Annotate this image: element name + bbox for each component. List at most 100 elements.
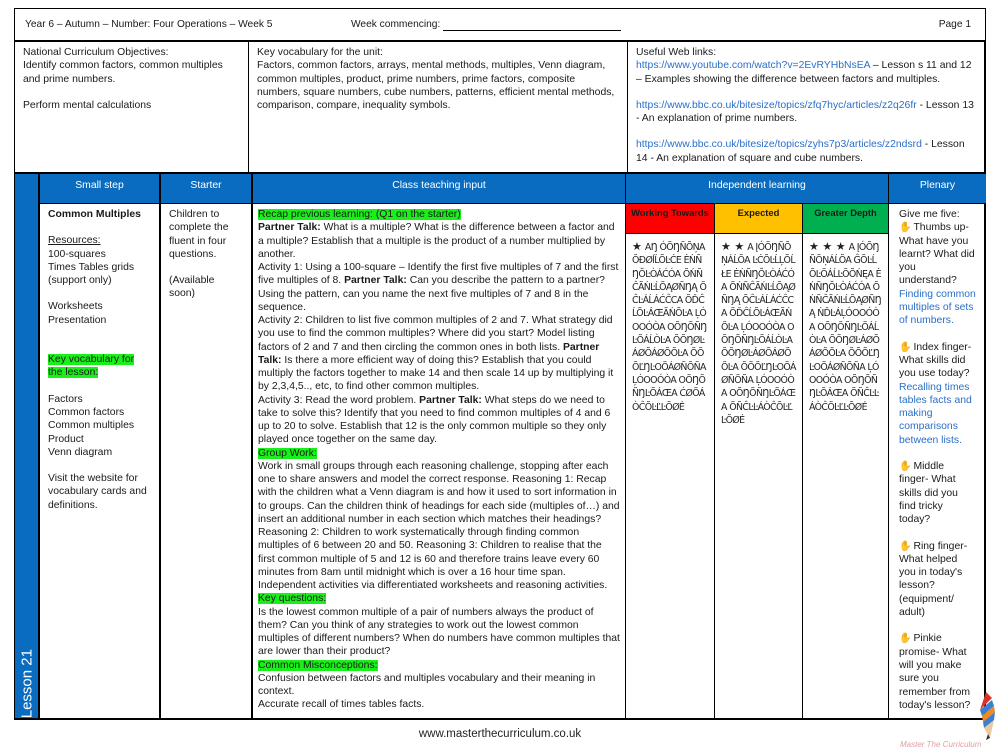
resources-label: Resources: bbox=[48, 235, 101, 247]
web-link[interactable]: https://www.bbc.co.uk/bitesize/topics/zf… bbox=[636, 100, 917, 111]
page-header: Year 6 – Autumn – Number: Four Operation… bbox=[14, 8, 986, 42]
partner-talk-paragraph: Partner Talk: What is a multiple? What i… bbox=[258, 221, 620, 261]
key-questions-label: Key questions: bbox=[258, 593, 327, 605]
small-step-body: Common Multiples Resources: 100-squares … bbox=[40, 204, 159, 516]
key-questions-text: Is the lowest common multiple of a pair … bbox=[258, 606, 620, 658]
objective-item: Identify common factors, common multiple… bbox=[23, 60, 223, 85]
activity-text: Activity 3: Read the word problem. bbox=[258, 394, 420, 406]
independent-learning-column: Independent learning Working Towards Exp… bbox=[625, 174, 888, 718]
plenary-body: Give me five: ✋ Thumbs up- What have you … bbox=[889, 204, 986, 716]
misconception-item: Accurate recall of times tables facts. bbox=[258, 699, 425, 711]
tier-expected: Expected bbox=[715, 204, 803, 233]
week-commencing-field[interactable] bbox=[443, 21, 622, 32]
web-link-item: https://www.bbc.co.uk/bitesize/topics/zf… bbox=[636, 99, 976, 126]
tier-body-working-towards: ★ AŊ ÓÕŊÑÕŅA ÕĐØĺĹÕĿĊE ĖŃÑŊŎĿÒÁĆÓA ÕŃÑĈÃŃ… bbox=[626, 234, 715, 718]
unit-vocabulary: Key vocabulary for the unit: Factors, co… bbox=[249, 42, 628, 172]
plenary-prompt: Pinkie promise- What will you make sure … bbox=[899, 633, 971, 711]
web-link-item: https://www.bbc.co.uk/bitesize/topics/zy… bbox=[636, 138, 976, 165]
website-note: Visit the website for vocabulary cards a… bbox=[48, 473, 147, 511]
plenary-intro: Give me five: bbox=[899, 209, 960, 220]
web-link-item: https://www.youtube.com/watch?v=2EvRYHbN… bbox=[636, 59, 976, 86]
plenary-item: ✋ Middle finger- What skills did you find… bbox=[899, 460, 976, 526]
activity-2: Activity 2: Children to list five common… bbox=[258, 314, 620, 394]
hand-icon: ✋ bbox=[899, 222, 912, 234]
starter-header: Starter bbox=[161, 174, 251, 204]
plenary-prompt: Ring finger- What helped you in today's … bbox=[899, 540, 968, 619]
group-work-label: Group Work: bbox=[258, 447, 317, 459]
small-step-title: Common Multiples bbox=[48, 209, 141, 220]
tier-body-expected: ★ ★ A ĮÓÕŊÑÕŅÁĹÕA ĿĊÕĿĹĻÕĹŁE ĖŃÑŊŎĿÒÁĆÓA … bbox=[715, 234, 803, 718]
objectives-heading: National Curriculum Objectives: bbox=[23, 47, 169, 58]
key-vocab-item: Venn diagram bbox=[48, 446, 113, 458]
star-icon: ★ bbox=[632, 240, 642, 253]
activity-1: Activity 1: Using a 100-square – Identif… bbox=[258, 261, 620, 314]
lesson-plan-grid: Small step Common Multiples Resources: 1… bbox=[38, 174, 986, 720]
unit-info-row: National Curriculum Objectives: Identify… bbox=[14, 42, 986, 174]
tier-headers: Working Towards Expected Greater Depth bbox=[626, 204, 888, 234]
key-vocab-label: Key vocabulary for the lesson: bbox=[48, 354, 135, 379]
logo-text: Master The Curriculum bbox=[900, 740, 982, 749]
tier-body-greater-depth: ★ ★ ★ A ĮÓÕŊÑÕŅÁĹÕA ĜÕĿĹÕĿÕÁĹĿÕÕŃĘA ĖŃÑŊŎ… bbox=[803, 234, 888, 718]
partner-talk-label: Partner Talk: bbox=[419, 394, 482, 406]
footer-website[interactable]: www.masterthecurriculum.co.uk bbox=[0, 728, 1000, 741]
week-commencing: Week commencing: bbox=[351, 18, 622, 32]
material-item: Worksheets bbox=[48, 301, 103, 313]
starter-column: Starter Children to complete the fluent … bbox=[159, 174, 251, 718]
page-number: Page 1 bbox=[938, 19, 971, 30]
hand-icon: ✋ bbox=[899, 341, 912, 353]
tier-text: A ĮÓÕŊÑÕŅÁĹÕA ĿĊÕĿĹĻÕĹŁE ĖŃÑŊŎĿÒÁĆÓA ÕŃÑ… bbox=[721, 242, 796, 426]
independent-learning-header: Independent learning bbox=[626, 174, 888, 204]
star-icon: ★ ★ ★ bbox=[809, 240, 846, 253]
starter-text: Children to complete the fluent in four … bbox=[169, 209, 229, 260]
plenary-column: Plenary Give me five: ✋ Thumbs up- What h… bbox=[888, 174, 986, 718]
plenary-answer: Finding common multiples of sets of numb… bbox=[899, 288, 976, 327]
partner-talk-label: Partner Talk: bbox=[344, 275, 407, 287]
misconceptions-label: Common Misconceptions: bbox=[258, 659, 378, 671]
tier-working-towards: Working Towards bbox=[626, 204, 715, 233]
key-vocab-item: Common factors bbox=[48, 406, 125, 418]
plenary-item: ✋ Ring finger- What helped you in today's… bbox=[899, 540, 976, 620]
group-work-text: Work in small groups through each reason… bbox=[258, 460, 620, 591]
material-item: Presentation bbox=[48, 314, 107, 326]
starter-note: (Available soon) bbox=[169, 275, 215, 300]
web-links: Useful Web links: https://www.youtube.co… bbox=[628, 42, 984, 172]
key-vocab-item: Factors bbox=[48, 393, 83, 405]
document-title: Year 6 – Autumn – Number: Four Operation… bbox=[25, 19, 273, 30]
starter-body: Children to complete the fluent in four … bbox=[161, 204, 251, 305]
tier-greater-depth: Greater Depth bbox=[803, 204, 888, 233]
vocabulary-heading: Key vocabulary for the unit: bbox=[257, 47, 383, 58]
hand-icon: ✋ bbox=[899, 540, 912, 552]
week-commencing-label: Week commencing: bbox=[351, 19, 441, 30]
web-links-heading: Useful Web links: bbox=[636, 47, 717, 58]
activity-text: Is there a more efficient way of doing t… bbox=[258, 354, 614, 393]
plenary-item: ✋ Thumbs up- What have you learnt? What d… bbox=[899, 221, 976, 327]
plenary-answer: Recalling times tables facts and making … bbox=[899, 381, 972, 446]
tier-text: AŊ ÓÕŊÑÕŅA ÕĐØĺĹÕĿĊE ĖŃÑŊŎĿÒÁĆÓA ÕŃÑĈÃŃĿ… bbox=[632, 242, 707, 413]
partner-talk-label: Partner Talk: bbox=[258, 222, 321, 234]
web-link[interactable]: https://www.bbc.co.uk/bitesize/topics/zy… bbox=[636, 139, 922, 150]
star-icon: ★ ★ bbox=[721, 240, 745, 253]
lesson-label: Lesson 21 bbox=[17, 648, 35, 718]
key-vocab-item: Common multiples bbox=[48, 420, 135, 432]
web-link[interactable]: https://www.youtube.com/watch?v=2EvRYHbN… bbox=[636, 60, 870, 71]
class-teaching-header: Class teaching input bbox=[253, 174, 625, 204]
activity-3: Activity 3: Read the word problem. Partn… bbox=[258, 394, 620, 447]
vocabulary-text: Factors, common factors, arrays, mental … bbox=[257, 60, 615, 112]
small-step-column: Small step Common Multiples Resources: 1… bbox=[38, 174, 159, 718]
resource-item: 100-squares bbox=[48, 248, 106, 260]
lesson-band: Lesson 21 bbox=[14, 174, 38, 720]
small-step-header: Small step bbox=[40, 174, 159, 204]
misconception-item: Confusion between factors and multiples … bbox=[258, 672, 596, 697]
plenary-item: ✋ Index finger- What skills did you use t… bbox=[899, 341, 976, 447]
recap-label: Recap previous learning: (Q1 on the star… bbox=[258, 209, 461, 220]
key-vocab-item: Product bbox=[48, 433, 84, 445]
class-teaching-body: Recap previous learning: (Q1 on the star… bbox=[253, 204, 625, 716]
plenary-header: Plenary bbox=[889, 174, 986, 204]
hand-icon: ✋ bbox=[899, 461, 912, 473]
plenary-item: ✋ Pinkie promise- What will you make sure… bbox=[899, 632, 976, 712]
class-teaching-column: Class teaching input Recap previous lear… bbox=[251, 174, 625, 718]
hand-icon: ✋ bbox=[899, 633, 912, 645]
activity-text: Activity 2: Children to list five common… bbox=[258, 315, 613, 353]
tier-text: A ĮÓÕŊÑÕŅÁĹÕA ĜÕĿĹÕĿÕÁĹĿÕÕŃĘA ĖŃÑŊŎĿÒÁĆÓ… bbox=[809, 242, 882, 413]
resource-item: Times Tables grids (support only) bbox=[48, 261, 135, 287]
